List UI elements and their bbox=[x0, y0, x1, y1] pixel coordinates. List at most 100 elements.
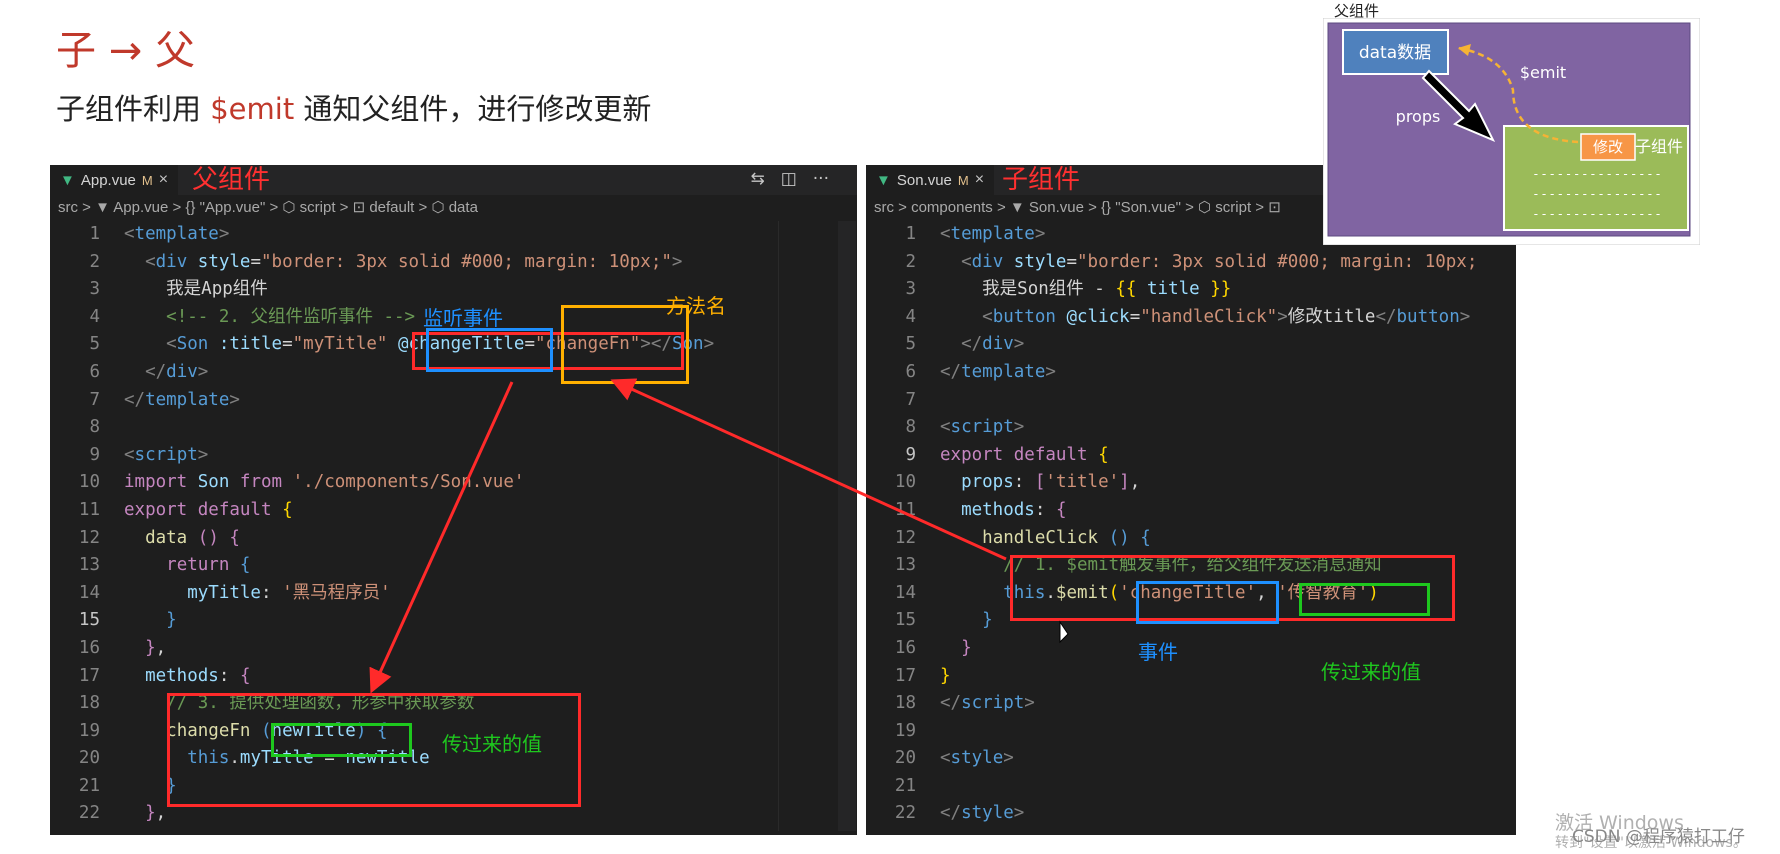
line-code[interactable]: 我是Son组件 - {{ title }} bbox=[940, 279, 1231, 299]
line-number: 6 bbox=[905, 361, 916, 382]
line-code[interactable]: 我是App组件 bbox=[124, 279, 268, 299]
code-line[interactable]: 13 return { bbox=[50, 552, 857, 580]
line-number: 21 bbox=[78, 775, 100, 796]
tab-app-vue[interactable]: ▼ App.vue M × bbox=[50, 165, 179, 195]
line-code[interactable]: <div style="border: 3px solid #000; marg… bbox=[124, 252, 682, 272]
code-line[interactable]: 3 我是Son组件 - {{ title }} bbox=[866, 276, 1516, 304]
line-number: 19 bbox=[78, 720, 100, 741]
code-line[interactable]: 16 }, bbox=[50, 635, 857, 663]
code-line[interactable]: 12 handleClick () { bbox=[866, 525, 1516, 553]
line-number: 13 bbox=[78, 555, 100, 576]
compare-changes-icon[interactable]: ⇆ bbox=[750, 169, 764, 189]
son-vue-editor[interactable]: ▼ Son.vue M × 子组件 src > components > ▼ S… bbox=[866, 165, 1516, 835]
code-line[interactable]: 2 <div style="border: 3px solid #000; ma… bbox=[866, 249, 1516, 277]
code-line[interactable]: 4 <button @click="handleClick">修改title</… bbox=[866, 304, 1516, 332]
tab-filename: Son.vue bbox=[896, 171, 952, 189]
code-line[interactable]: 7 </template> bbox=[50, 387, 857, 415]
code-line[interactable]: 7 bbox=[866, 387, 1516, 415]
code-line[interactable]: 22 </style> bbox=[866, 800, 1516, 828]
line-code[interactable]: } bbox=[940, 610, 993, 630]
close-icon[interactable]: × bbox=[159, 171, 168, 189]
line-code[interactable]: } bbox=[940, 638, 972, 658]
code-line[interactable]: 8 <script> bbox=[866, 414, 1516, 442]
line-code[interactable]: export default { bbox=[124, 500, 293, 520]
line-number: 11 bbox=[78, 499, 100, 520]
code-line[interactable]: 2 <div style="border: 3px solid #000; ma… bbox=[50, 249, 857, 277]
line-number: 22 bbox=[78, 803, 100, 824]
line-number: 12 bbox=[78, 527, 100, 548]
vue-icon: ▼ bbox=[876, 171, 891, 189]
code-line[interactable]: 1 <template> bbox=[50, 221, 857, 249]
code-line[interactable]: 21 bbox=[866, 773, 1516, 801]
passed-value-label-right: 传过来的值 bbox=[1321, 660, 1421, 684]
line-code[interactable]: <template> bbox=[124, 224, 229, 244]
code-line[interactable]: 19 bbox=[866, 718, 1516, 746]
more-actions-icon[interactable]: ··· bbox=[813, 169, 829, 189]
line-code[interactable]: return { bbox=[124, 555, 250, 575]
line-code[interactable]: <button @click="handleClick">修改title</bu… bbox=[940, 307, 1470, 327]
code-area[interactable]: 1 <template> 2 <div style="border: 3px sol… bbox=[866, 221, 1516, 828]
line-code[interactable]: <script> bbox=[940, 417, 1024, 437]
code-line[interactable]: 12 data () { bbox=[50, 525, 857, 553]
scrollbar[interactable] bbox=[838, 221, 856, 831]
line-number: 12 bbox=[894, 527, 916, 548]
code-line[interactable]: 8 bbox=[50, 414, 857, 442]
listen-event-label: 监听事件 bbox=[423, 306, 503, 330]
code-line[interactable]: 5 </div> bbox=[866, 331, 1516, 359]
line-code[interactable]: data () { bbox=[124, 528, 240, 548]
line-code[interactable]: <style> bbox=[940, 748, 1014, 768]
line-code[interactable]: <div style="border: 3px solid #000; marg… bbox=[940, 252, 1477, 272]
line-code[interactable]: <!-- 2. 父组件监听事件 --> bbox=[124, 307, 415, 327]
code-line[interactable]: 9 export default { bbox=[866, 442, 1516, 470]
emit-value-box bbox=[1299, 583, 1430, 616]
subtitle-after: 通知父组件，进行修改更新 bbox=[294, 92, 652, 126]
line-code[interactable]: handleClick () { bbox=[940, 528, 1151, 548]
slide-title: 子 → 父 bbox=[56, 28, 195, 74]
line-code[interactable]: </style> bbox=[940, 803, 1024, 823]
line-code[interactable]: </div> bbox=[940, 334, 1024, 354]
code-line[interactable]: 20 <style> bbox=[866, 745, 1516, 773]
line-number: 18 bbox=[894, 693, 916, 714]
code-line[interactable]: 6 </template> bbox=[866, 359, 1516, 387]
line-code[interactable]: } bbox=[124, 610, 177, 630]
line-code[interactable]: } bbox=[940, 666, 951, 686]
code-line[interactable]: 9 <script> bbox=[50, 442, 857, 470]
code-line[interactable]: 17 methods: { bbox=[50, 663, 857, 691]
child-content-dashes-1: - - - - - - - - - - - - - - - - bbox=[1534, 167, 1661, 181]
code-line[interactable]: 3 我是App组件 bbox=[50, 276, 857, 304]
line-code[interactable]: export default { bbox=[940, 445, 1109, 465]
line-number: 15 bbox=[894, 610, 916, 631]
code-line[interactable]: 14 myTitle: '黑马程序员' bbox=[50, 580, 857, 608]
line-code[interactable]: </div> bbox=[124, 362, 208, 382]
close-icon[interactable]: × bbox=[975, 171, 984, 189]
tab-filename: App.vue bbox=[80, 171, 136, 189]
line-code[interactable]: <template> bbox=[940, 224, 1045, 244]
tab-son-vue[interactable]: ▼ Son.vue M × bbox=[866, 165, 995, 195]
code-line[interactable]: 15 } bbox=[50, 607, 857, 635]
line-code[interactable]: </template> bbox=[940, 362, 1056, 382]
breadcrumb[interactable]: src > ▼ App.vue > {} "App.vue" > ⬡ scrip… bbox=[50, 195, 857, 221]
line-number: 13 bbox=[894, 555, 916, 576]
line-code[interactable]: import Son from './components/Son.vue' bbox=[124, 472, 524, 492]
line-code[interactable]: methods: { bbox=[940, 500, 1066, 520]
line-number: 16 bbox=[894, 637, 916, 658]
code-line[interactable]: 11 export default { bbox=[50, 497, 857, 525]
minimap[interactable] bbox=[778, 221, 838, 831]
line-code[interactable]: <script> bbox=[124, 445, 208, 465]
code-line[interactable]: 11 methods: { bbox=[866, 497, 1516, 525]
line-code[interactable]: </script> bbox=[940, 693, 1035, 713]
line-code[interactable]: }, bbox=[124, 638, 166, 658]
line-number: 2 bbox=[89, 251, 100, 272]
code-line[interactable]: 10 props: ['title'], bbox=[866, 469, 1516, 497]
child-content-dashes-2: - - - - - - - - - - - - - - - - bbox=[1534, 187, 1661, 201]
line-code[interactable]: myTitle: '黑马程序员' bbox=[124, 583, 390, 603]
listen-event-box bbox=[426, 328, 553, 372]
line-number: 9 bbox=[905, 444, 916, 465]
line-code[interactable]: props: ['title'], bbox=[940, 472, 1140, 492]
code-line[interactable]: 18 </script> bbox=[866, 690, 1516, 718]
split-editor-icon[interactable]: ◫ bbox=[781, 169, 797, 189]
line-code[interactable]: }, bbox=[124, 803, 166, 823]
line-code[interactable]: </template> bbox=[124, 390, 240, 410]
line-code[interactable]: methods: { bbox=[124, 666, 250, 686]
code-line[interactable]: 10 import Son from './components/Son.vue' bbox=[50, 469, 857, 497]
